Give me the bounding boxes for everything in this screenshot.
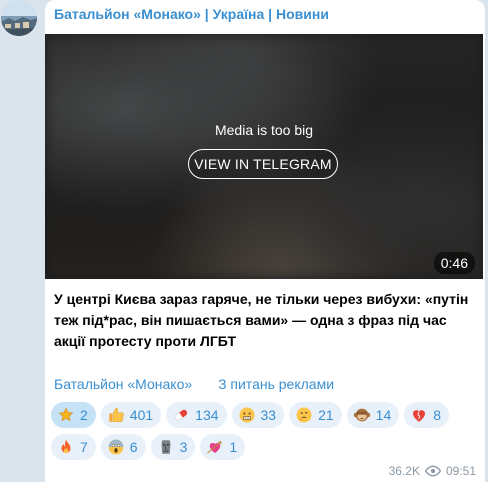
- channel-link[interactable]: Батальйон «Монако»: [54, 376, 192, 392]
- reaction-pill[interactable]: 134: [166, 402, 227, 428]
- see-no-evil-monkey-icon: [353, 406, 371, 424]
- video-duration-badge: 0:46: [433, 252, 475, 274]
- reaction-thumbs-up[interactable]: 401: [100, 402, 162, 428]
- channel-title[interactable]: Батальйон «Монако» | Україна | Новини: [54, 6, 329, 22]
- reaction-star[interactable]: 2: [51, 402, 96, 428]
- message-time: 09:51: [445, 464, 476, 478]
- thumbs-up-icon: [107, 406, 125, 424]
- pill-icon: [172, 406, 190, 424]
- thinking-face-icon: [295, 406, 313, 424]
- reaction-heart-arrow[interactable]: 1: [200, 434, 246, 460]
- grimace-face-icon: [238, 406, 256, 424]
- view-count: 36.2K: [388, 464, 420, 478]
- channel-avatar[interactable]: [1, 0, 37, 36]
- ads-link[interactable]: З питань реклами: [218, 376, 334, 392]
- post-text: У центрі Києва зараз гаряче, не тільки ч…: [54, 291, 469, 349]
- screaming-face-icon: [107, 438, 125, 456]
- reaction-monkey[interactable]: 14: [346, 402, 400, 428]
- reaction-thinking[interactable]: 21: [289, 402, 342, 428]
- reaction-screaming[interactable]: 6: [100, 434, 146, 460]
- video-preview[interactable]: Media is too big VIEW IN TELEGRAM 0:46: [45, 34, 483, 279]
- star-icon: [57, 406, 75, 424]
- view-in-telegram-button[interactable]: VIEW IN TELEGRAM: [188, 149, 338, 179]
- heart-with-arrow-icon: [206, 438, 224, 456]
- broken-heart-icon: [410, 406, 428, 424]
- eye-icon: [424, 465, 441, 477]
- moai-icon: [157, 438, 175, 456]
- reaction-fire[interactable]: 7: [51, 434, 96, 460]
- reaction-moai[interactable]: 3: [150, 434, 196, 460]
- fire-icon: [57, 438, 75, 456]
- message-bubble: Батальйон «Монако» | Україна | Новини Me…: [45, 0, 485, 482]
- message-footer: 36.2K 09:51: [389, 464, 476, 478]
- media-too-big-message: Media is too big: [214, 122, 314, 138]
- reactions: 2 401 134 33 21 14 8 7 6 3 1: [51, 402, 481, 466]
- reaction-grimace[interactable]: 33: [231, 402, 285, 428]
- post-links: Батальйон «Монако» З питань реклами: [54, 376, 356, 392]
- reaction-broken-heart[interactable]: 8: [404, 402, 450, 428]
